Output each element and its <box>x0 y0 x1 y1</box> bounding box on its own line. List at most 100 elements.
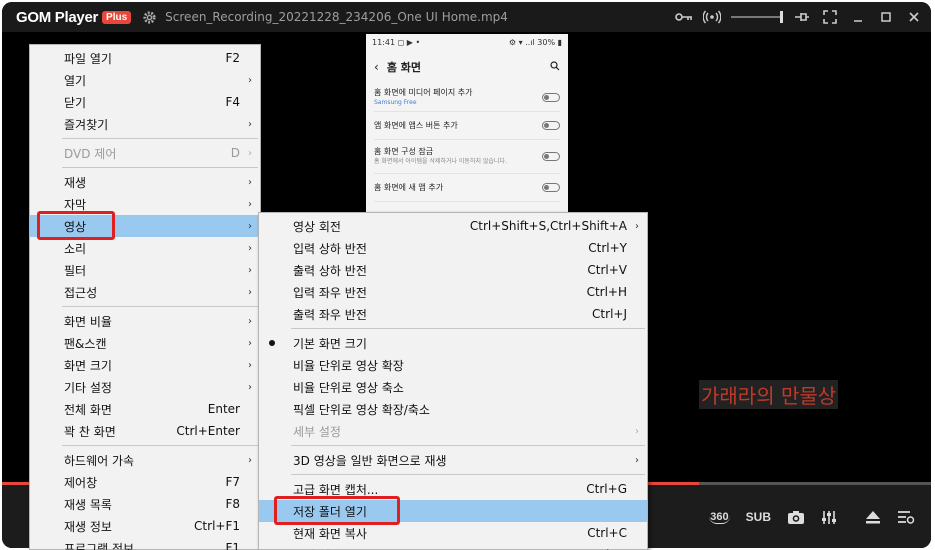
menu-item-label: 필터 <box>64 263 87 278</box>
chevron-right-icon: › <box>248 220 252 232</box>
main-menu-item[interactable]: 열기 › <box>30 69 260 91</box>
video-menu-item[interactable]: 비율 단위로 영상 확장 <box>259 354 647 376</box>
menu-item-label: 재생 정보 <box>64 519 112 534</box>
menu-separator <box>62 167 258 168</box>
menu-separator <box>62 138 258 139</box>
main-menu-item[interactable]: 화면 크기 › <box>30 354 260 376</box>
menu-item-shortcut: Ctrl+V <box>587 263 627 277</box>
fullscreen-icon[interactable] <box>821 8 839 26</box>
menu-item-label: 닫기 <box>64 95 87 110</box>
maximize-icon[interactable] <box>877 8 895 26</box>
menu-item-shortcut: Enter <box>207 402 240 416</box>
pin-icon[interactable] <box>793 8 811 26</box>
main-menu-item[interactable]: 파일 열기 F2 <box>30 47 260 69</box>
menu-item-label: 현재 화면 복사 <box>293 526 367 541</box>
toggle-switch <box>542 183 560 192</box>
main-menu-item[interactable]: 접근성 › <box>30 281 260 303</box>
chevron-right-icon: › <box>248 242 252 254</box>
eject-icon[interactable] <box>865 507 881 527</box>
menu-item-label: 입력 상하 반전 <box>293 241 367 256</box>
settings-gear-icon[interactable] <box>141 9 157 25</box>
three-sixty-label: 360 <box>709 510 730 524</box>
playlist-icon[interactable] <box>897 507 915 527</box>
volume-knob[interactable] <box>780 11 783 23</box>
menu-item-label: 입력 좌우 반전 <box>293 285 367 300</box>
chevron-right-icon: › <box>248 337 252 349</box>
main-menu-item[interactable]: 닫기 F4 <box>30 91 260 113</box>
video-menu-item[interactable]: 입력 좌우 반전 Ctrl+H <box>259 281 647 303</box>
video-menu-item[interactable]: 입력 상하 반전 Ctrl+Y <box>259 237 647 259</box>
main-menu-item[interactable]: 제어창 F7 <box>30 471 260 493</box>
main-menu-item[interactable]: 재생 목록 F8 <box>30 493 260 515</box>
video-menu-item[interactable]: 현재 화면 복사 Ctrl+C <box>259 522 647 544</box>
phone-status-bar: 11:41 ◻ ▶ • ⚙ ▾ ..ıl 30% ▮ <box>366 34 568 50</box>
three-sixty-button[interactable]: 360 <box>709 507 730 527</box>
context-menu-main: 파일 열기 F2 열기 › 닫기 F4 즐겨찾기 › DVD 제어 D › 재생 › 자막 › 영상 › 소리 › 필… <box>29 44 261 550</box>
chevron-right-icon: › <box>248 454 252 466</box>
video-menu-item[interactable]: 출력 상하 반전 Ctrl+V <box>259 259 647 281</box>
app-logo[interactable]: GOM Player Plus <box>16 8 132 26</box>
phone-status-right: ⚙ ▾ ..ıl 30% ▮ <box>508 38 562 47</box>
control-bar-right: 360 SUB <box>709 507 915 527</box>
menu-item-label: 화면 크기 <box>64 358 112 373</box>
phone-status-left: 11:41 ◻ ▶ • <box>372 38 421 47</box>
camera-icon[interactable] <box>787 507 805 527</box>
menu-item-shortcut: Ctrl+F1 <box>194 519 240 533</box>
main-menu-item[interactable]: 즐겨찾기 › <box>30 113 260 135</box>
menu-item-shortcut: D <box>230 146 240 160</box>
video-menu-item[interactable]: 출력 좌우 반전 Ctrl+J <box>259 303 647 325</box>
toggle-switch <box>542 152 560 161</box>
main-menu-item[interactable]: 전체 화면 Enter <box>30 398 260 420</box>
chevron-right-icon: › <box>248 176 252 188</box>
phone-header-title: 홈 화면 <box>386 61 422 74</box>
chevron-right-icon: › <box>248 118 252 130</box>
main-menu-item[interactable]: 재생 › <box>30 171 260 193</box>
menu-item-label: 열기 <box>64 73 87 88</box>
close-icon[interactable] <box>905 8 923 26</box>
main-menu-item[interactable]: 기타 설정 › <box>30 376 260 398</box>
menu-item-label: 비율 단위로 영상 확장 <box>293 358 404 373</box>
broadcast-icon[interactable] <box>703 8 721 26</box>
main-menu-item[interactable]: 재생 정보 Ctrl+F1 <box>30 515 260 537</box>
main-menu-item[interactable]: 팬&스캔 › <box>30 332 260 354</box>
main-menu-item[interactable]: 하드웨어 가속 › <box>30 449 260 471</box>
video-menu-item[interactable]: 선택 영역 캡처Ctrl+E <box>259 544 647 550</box>
menu-item-shortcut: Ctrl+H <box>586 285 627 299</box>
menu-item-label: 하드웨어 가속 <box>64 453 135 468</box>
chevron-right-icon: › <box>635 220 639 232</box>
main-menu-item[interactable]: 필터 › <box>30 259 260 281</box>
video-menu-item[interactable]: 픽셀 단위로 영상 확장/축소 <box>259 398 647 420</box>
subtitle-button[interactable]: SUB <box>746 507 771 527</box>
toggle-switch <box>542 121 560 130</box>
main-menu-item[interactable]: 꽉 찬 화면 Ctrl+Enter <box>30 420 260 442</box>
menu-item-label: 팬&스캔 <box>64 336 107 351</box>
menu-item-label: 픽셀 단위로 영상 확장/축소 <box>293 402 430 417</box>
menu-item-label: 화면 비율 <box>64 314 112 329</box>
menu-item-label: 3D 영상을 일반 화면으로 재생 <box>293 453 447 468</box>
menu-separator <box>62 306 258 307</box>
volume-slider[interactable] <box>731 8 783 26</box>
logo-text: GOM Player <box>16 8 99 26</box>
menu-item-shortcut: Ctrl+J <box>592 307 627 321</box>
highlight-box-video-menu-item <box>37 211 115 240</box>
menu-item-label: 세부 설정 <box>293 424 341 439</box>
video-menu-item[interactable]: 3D 영상을 일반 화면으로 재생 › <box>259 449 647 471</box>
minimize-icon[interactable] <box>849 8 867 26</box>
chevron-right-icon: › <box>248 198 252 210</box>
phone-setting-row: 홈 화면에 새 앱 추가 <box>374 174 560 202</box>
main-menu-item[interactable]: 프로그램 정보 F1 <box>30 537 260 550</box>
phone-header: ‹ 홈 화면 <box>366 50 568 84</box>
video-menu-item[interactable]: 영상 회전 Ctrl+Shift+S,Ctrl+Shift+A › <box>259 215 647 237</box>
video-menu-item[interactable]: 기본 화면 크기 <box>259 332 647 354</box>
main-menu-item[interactable]: 화면 비율 › <box>30 310 260 332</box>
menu-item-shortcut: Ctrl+Shift+S,Ctrl+Shift+A <box>469 219 627 233</box>
key-icon[interactable] <box>675 8 693 26</box>
phone-row-sub: 홈 화면에서 아이템을 삭제하거나 이동하지 않습니다. <box>374 157 507 165</box>
menu-item-shortcut: Ctrl+Y <box>588 241 627 255</box>
video-menu-item[interactable]: 비율 단위로 영상 축소 <box>259 376 647 398</box>
equalizer-icon[interactable] <box>821 507 837 527</box>
back-arrow-icon: ‹ <box>374 60 379 74</box>
main-menu-item[interactable]: 소리 › <box>30 237 260 259</box>
chevron-right-icon: › <box>248 264 252 276</box>
main-menu-item: DVD 제어 D › <box>30 142 260 164</box>
